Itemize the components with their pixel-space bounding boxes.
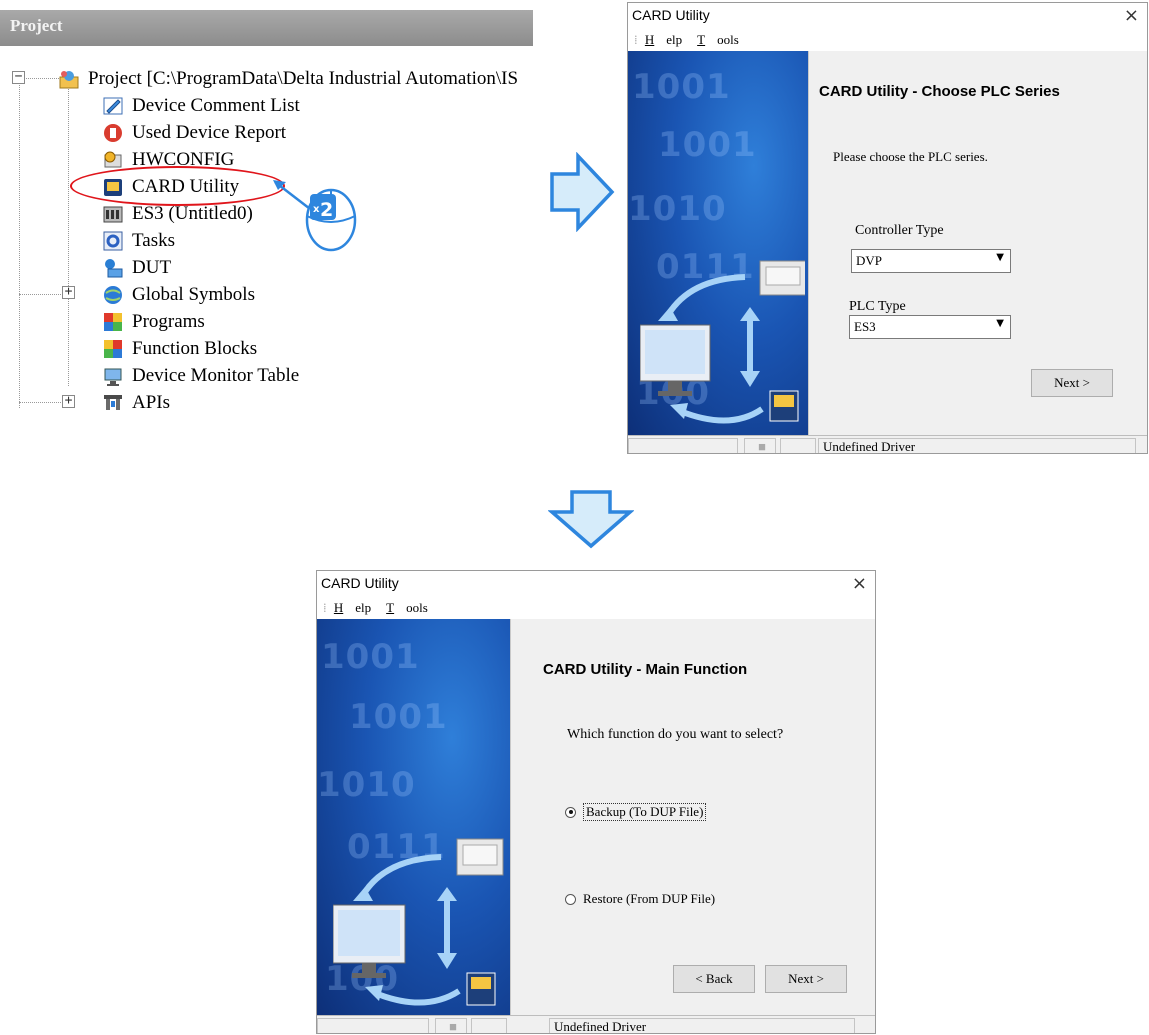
flow-arrow-right-icon (550, 152, 615, 232)
wizard-prompt: Which function do you want to select? (567, 727, 784, 742)
expand-global-symbols-icon[interactable]: + (62, 285, 75, 299)
tree-item-label: Device Monitor Table (132, 365, 300, 386)
back-button[interactable]: < Back (673, 965, 755, 993)
tree-item-label: Project [C:\ProgramData\Delta Industrial… (88, 68, 519, 89)
tree-item-label: ES3 (Untitled0) (132, 203, 253, 224)
status-cell-empty (780, 438, 816, 453)
menu-help[interactable]: Help (645, 32, 682, 47)
device-monitor-icon (102, 365, 124, 387)
radio-unselected-icon (565, 893, 576, 905)
wizard-content: CARD Utility - Main Function Which funct… (510, 619, 875, 1015)
menu-help[interactable]: Help (334, 600, 371, 615)
project-panel: Project − + + Project [C:\ProgramData\De… (0, 10, 533, 410)
pc-plc-transfer-illustration (333, 838, 504, 1006)
wizard-heading: CARD Utility - Choose PLC Series (819, 83, 1060, 100)
radio-restore[interactable]: Restore (From DUP File) (565, 891, 715, 907)
flow-arrow-down-icon (548, 490, 634, 549)
tasks-icon (102, 230, 124, 252)
tree-item-global-symbols[interactable]: Global Symbols (102, 282, 255, 308)
wizard-side-graphic: 1001 1001 1010 0111 100 (317, 619, 510, 1015)
menu-bar: ⁞ Help Tools (317, 597, 875, 619)
dropdown-arrow-icon: ▼ (996, 252, 1004, 263)
status-bar: ■ Undefined Driver (628, 435, 1147, 453)
menu-tools[interactable]: Tools (386, 600, 428, 615)
project-panel-title: Project (0, 10, 533, 46)
card-utility-dialog-choose-plc: CARD Utility × ⁞ Help Tools 1001 1001 10… (627, 2, 1148, 454)
tree-item-label: APIs (132, 392, 171, 410)
wizard-prompt: Please choose the PLC series. (833, 149, 988, 164)
pc-plc-transfer-illustration (640, 260, 805, 424)
menu-bar: ⁞ Help Tools (628, 29, 1147, 51)
comment-list-icon (102, 95, 124, 117)
tree-item-label: Device Comment List (132, 95, 300, 116)
global-symbols-icon (102, 284, 124, 306)
radio-backup[interactable]: Backup (To DUP File) (565, 803, 707, 821)
card-utility-dialog-main-function: CARD Utility × ⁞ Help Tools 1001 1001 10… (316, 570, 876, 1034)
status-indicator: ■ (435, 1018, 467, 1033)
radio-selected-icon (565, 806, 576, 818)
tree-item-device-monitor-table[interactable]: Device Monitor Table (102, 363, 299, 389)
dut-icon (102, 257, 124, 279)
tree-item-label: DUT (132, 257, 172, 278)
radio-backup-label: Backup (To DUP File) (583, 803, 707, 821)
tree-item-label: Programs (132, 311, 205, 332)
dialog-title: CARD Utility (632, 7, 710, 23)
plc-type-label: PLC Type (849, 299, 906, 314)
dialog-title-bar: CARD Utility × (317, 571, 875, 597)
wizard-content: CARD Utility - Choose PLC Series Please … (808, 51, 1147, 435)
close-icon[interactable]: × (1124, 5, 1139, 26)
dialog-title-bar: CARD Utility × (628, 3, 1147, 29)
close-icon[interactable]: × (852, 573, 867, 594)
radio-restore-label: Restore (From DUP File) (583, 891, 716, 906)
svg-text:x: x (313, 204, 320, 215)
double-click-mouse-icon: x 2 (273, 180, 357, 252)
controller-type-label: Controller Type (855, 223, 944, 238)
programs-icon (102, 311, 124, 333)
wizard-side-graphic: 1001 1001 1010 0111 100 (628, 51, 808, 435)
tree-item-apis[interactable]: APIs (102, 390, 170, 410)
project-icon (58, 68, 80, 90)
tree-item-function-blocks[interactable]: Function Blocks (102, 336, 257, 362)
device-report-icon (102, 122, 124, 144)
highlight-ellipse (70, 166, 285, 206)
status-cell-empty (317, 1018, 429, 1033)
expand-apis-icon[interactable]: + (62, 394, 75, 408)
dropdown-arrow-icon: ▼ (996, 318, 1004, 329)
next-button[interactable]: Next > (765, 965, 847, 993)
es3-icon (102, 203, 124, 225)
menu-tools[interactable]: Tools (697, 32, 739, 47)
collapse-project-icon[interactable]: − (12, 70, 25, 84)
tree-item-label: Used Device Report (132, 122, 287, 143)
status-cell-empty (628, 438, 738, 453)
hwconfig-icon (102, 149, 124, 171)
click-count-label: 2 (320, 199, 333, 221)
status-driver: Undefined Driver (549, 1018, 855, 1033)
controller-type-value: DVP (856, 253, 883, 268)
tree-item-tasks[interactable]: Tasks (102, 228, 175, 254)
apis-icon (102, 392, 124, 410)
status-cell-empty (471, 1018, 507, 1033)
dialog-title: CARD Utility (321, 575, 399, 591)
wizard-heading: CARD Utility - Main Function (543, 661, 748, 678)
tree-item-dut[interactable]: DUT (102, 255, 171, 281)
status-indicator: ■ (744, 438, 776, 453)
next-button[interactable]: Next > (1031, 369, 1113, 397)
controller-type-select[interactable]: DVP ▼ (851, 249, 1011, 273)
tree-item-used-device-report[interactable]: Used Device Report (102, 120, 286, 146)
function-blocks-icon (102, 338, 124, 360)
tree-item-label: Global Symbols (132, 284, 255, 305)
tree-item-programs[interactable]: Programs (102, 309, 205, 335)
tree-item-label: Tasks (132, 230, 176, 251)
status-driver: Undefined Driver (818, 438, 1136, 453)
tree-item-label: Function Blocks (132, 338, 258, 359)
plc-type-value: ES3 (854, 319, 876, 334)
status-bar: ■ Undefined Driver (317, 1015, 875, 1033)
plc-type-select[interactable]: ES3 ▼ (849, 315, 1011, 339)
tree-item-project[interactable]: Project [C:\ProgramData\Delta Industrial… (58, 66, 518, 92)
tree-item-device-comment-list[interactable]: Device Comment List (102, 93, 300, 119)
